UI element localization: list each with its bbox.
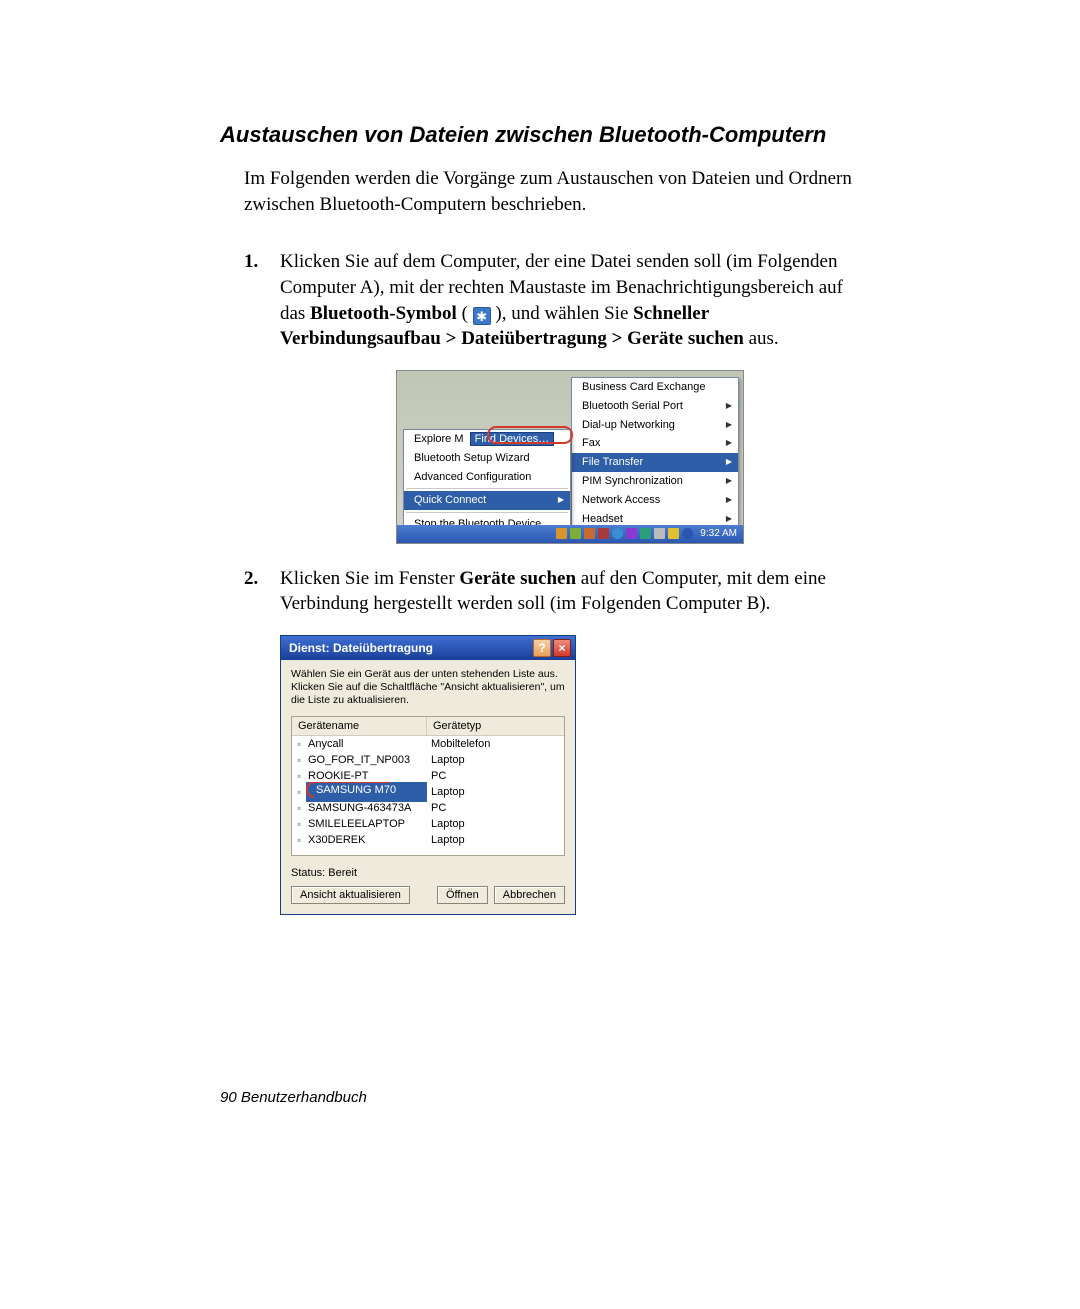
highlight-circle: SAMSUNG M70 <box>306 782 394 798</box>
open-button[interactable]: Öffnen <box>437 886 488 904</box>
menu-quick-connect[interactable]: Quick Connect▶ <box>404 491 570 510</box>
paren-open: ( <box>462 303 473 324</box>
cancel-button[interactable]: Abbrechen <box>494 886 565 904</box>
help-button[interactable]: ? <box>533 639 551 657</box>
chevron-right-icon: ▶ <box>558 495 564 506</box>
submenu-item[interactable]: Fax▶ <box>572 434 738 453</box>
device-icon: ▫ <box>292 738 306 750</box>
menu-divider <box>406 488 568 489</box>
status-label: Status: Bereit <box>291 866 565 881</box>
menu-advconfig[interactable]: Advanced Configuration <box>404 468 570 487</box>
device-list-header: Gerätename Gerätetyp <box>292 717 564 737</box>
step1-bold-bluetooth-symbol: Bluetooth-Symbol <box>310 303 457 324</box>
close-button[interactable]: × <box>553 639 571 657</box>
submenu-item[interactable]: Headset▶ <box>572 510 738 525</box>
menu-stop-bt[interactable]: Stop the Bluetooth Device <box>404 515 570 525</box>
chevron-right-icon: ▶ <box>726 476 732 487</box>
device-icon: ▫ <box>292 754 306 766</box>
col-device-type[interactable]: Gerätetyp <box>427 717 564 736</box>
tray-icon[interactable] <box>584 528 595 539</box>
tray-icon[interactable] <box>640 528 651 539</box>
taskbar: 9:32 AM <box>397 525 743 543</box>
highlight-circle <box>487 426 573 444</box>
tray-icon[interactable] <box>682 528 693 539</box>
menu-divider <box>406 512 568 513</box>
chevron-right-icon: ▶ <box>726 514 732 525</box>
device-row[interactable]: ▫SMILELEELAPTOPLaptop <box>292 816 564 832</box>
submenu: Business Card ExchangeBluetooth Serial P… <box>571 377 739 525</box>
intro-paragraph: Im Folgenden werden die Vorgänge zum Aus… <box>220 166 860 217</box>
chevron-right-icon: ▶ <box>726 495 732 506</box>
chevron-right-icon: ▶ <box>726 401 732 412</box>
step-1: Klicken Sie auf dem Computer, der eine D… <box>244 249 860 544</box>
tray-icon[interactable] <box>556 528 567 539</box>
device-row[interactable]: ▫GO_FOR_IT_NP003Laptop <box>292 752 564 768</box>
col-device-name[interactable]: Gerätename <box>292 717 427 736</box>
dialog-instructions: Wählen Sie ein Gerät aus der unten stehe… <box>291 668 565 707</box>
screenshot-device-dialog: Dienst: Dateiübertragung ? × Wählen Sie … <box>280 635 576 915</box>
bluetooth-icon: ✱ <box>473 307 491 325</box>
menu-explore-label: Explore M <box>414 433 464 445</box>
tray-bluetooth-icon[interactable] <box>612 528 623 539</box>
device-icon: ▫ <box>292 834 306 846</box>
section-heading: Austauschen von Dateien zwischen Bluetoo… <box>220 122 860 148</box>
chevron-right-icon: ▶ <box>726 438 732 449</box>
tray-icon[interactable] <box>570 528 581 539</box>
dialog-title: Dienst: Dateiübertragung <box>289 640 433 656</box>
device-icon: ▫ <box>292 770 306 782</box>
tray-icon[interactable] <box>598 528 609 539</box>
device-row[interactable]: ▫AnycallMobiltelefon <box>292 736 564 752</box>
paren-close: ), und wählen Sie <box>491 303 633 324</box>
tray-icon[interactable] <box>654 528 665 539</box>
step-2: Klicken Sie im Fenster Geräte suchen auf… <box>244 566 860 916</box>
submenu-item[interactable]: Dial-up Networking▶ <box>572 416 738 435</box>
menu-btsetup[interactable]: Bluetooth Setup Wizard <box>404 449 570 468</box>
dialog-body: Wählen Sie ein Gerät aus der unten stehe… <box>281 660 575 914</box>
submenu-item[interactable]: Network Access▶ <box>572 491 738 510</box>
chevron-right-icon: ▶ <box>726 457 732 468</box>
refresh-view-button[interactable]: Ansicht aktualisieren <box>291 886 410 904</box>
tray-icon[interactable] <box>668 528 679 539</box>
device-icon: ▫ <box>292 818 306 830</box>
screenshot-context-menu: Business Card ExchangeBluetooth Serial P… <box>396 370 744 544</box>
submenu-item[interactable]: File Transfer▶ <box>572 453 738 472</box>
device-icon: ▫ <box>292 802 306 814</box>
device-row[interactable]: ▫SAMSUNG M70Laptop <box>292 784 564 800</box>
taskbar-clock: 9:32 AM <box>696 527 741 541</box>
device-list[interactable]: Gerätename Gerätetyp ▫AnycallMobiltelefo… <box>291 716 565 856</box>
dialog-titlebar: Dienst: Dateiübertragung ? × <box>281 636 575 660</box>
tray-icon[interactable] <box>626 528 637 539</box>
device-row[interactable]: ▫SAMSUNG-463473APC <box>292 800 564 816</box>
submenu-item[interactable]: Bluetooth Serial Port▶ <box>572 397 738 416</box>
step2-text-pre: Klicken Sie im Fenster <box>280 568 459 589</box>
page-footer: 90 Benutzerhandbuch <box>220 1089 367 1106</box>
submenu-item[interactable]: PIM Synchronization▶ <box>572 472 738 491</box>
step1-text-post: aus. <box>749 328 779 349</box>
step2-bold: Geräte suchen <box>459 568 576 589</box>
device-row[interactable]: ▫X30DEREKLaptop <box>292 832 564 848</box>
chevron-right-icon: ▶ <box>726 420 732 431</box>
submenu-item[interactable]: Business Card Exchange <box>572 378 738 397</box>
device-icon: ▫ <box>292 786 306 798</box>
